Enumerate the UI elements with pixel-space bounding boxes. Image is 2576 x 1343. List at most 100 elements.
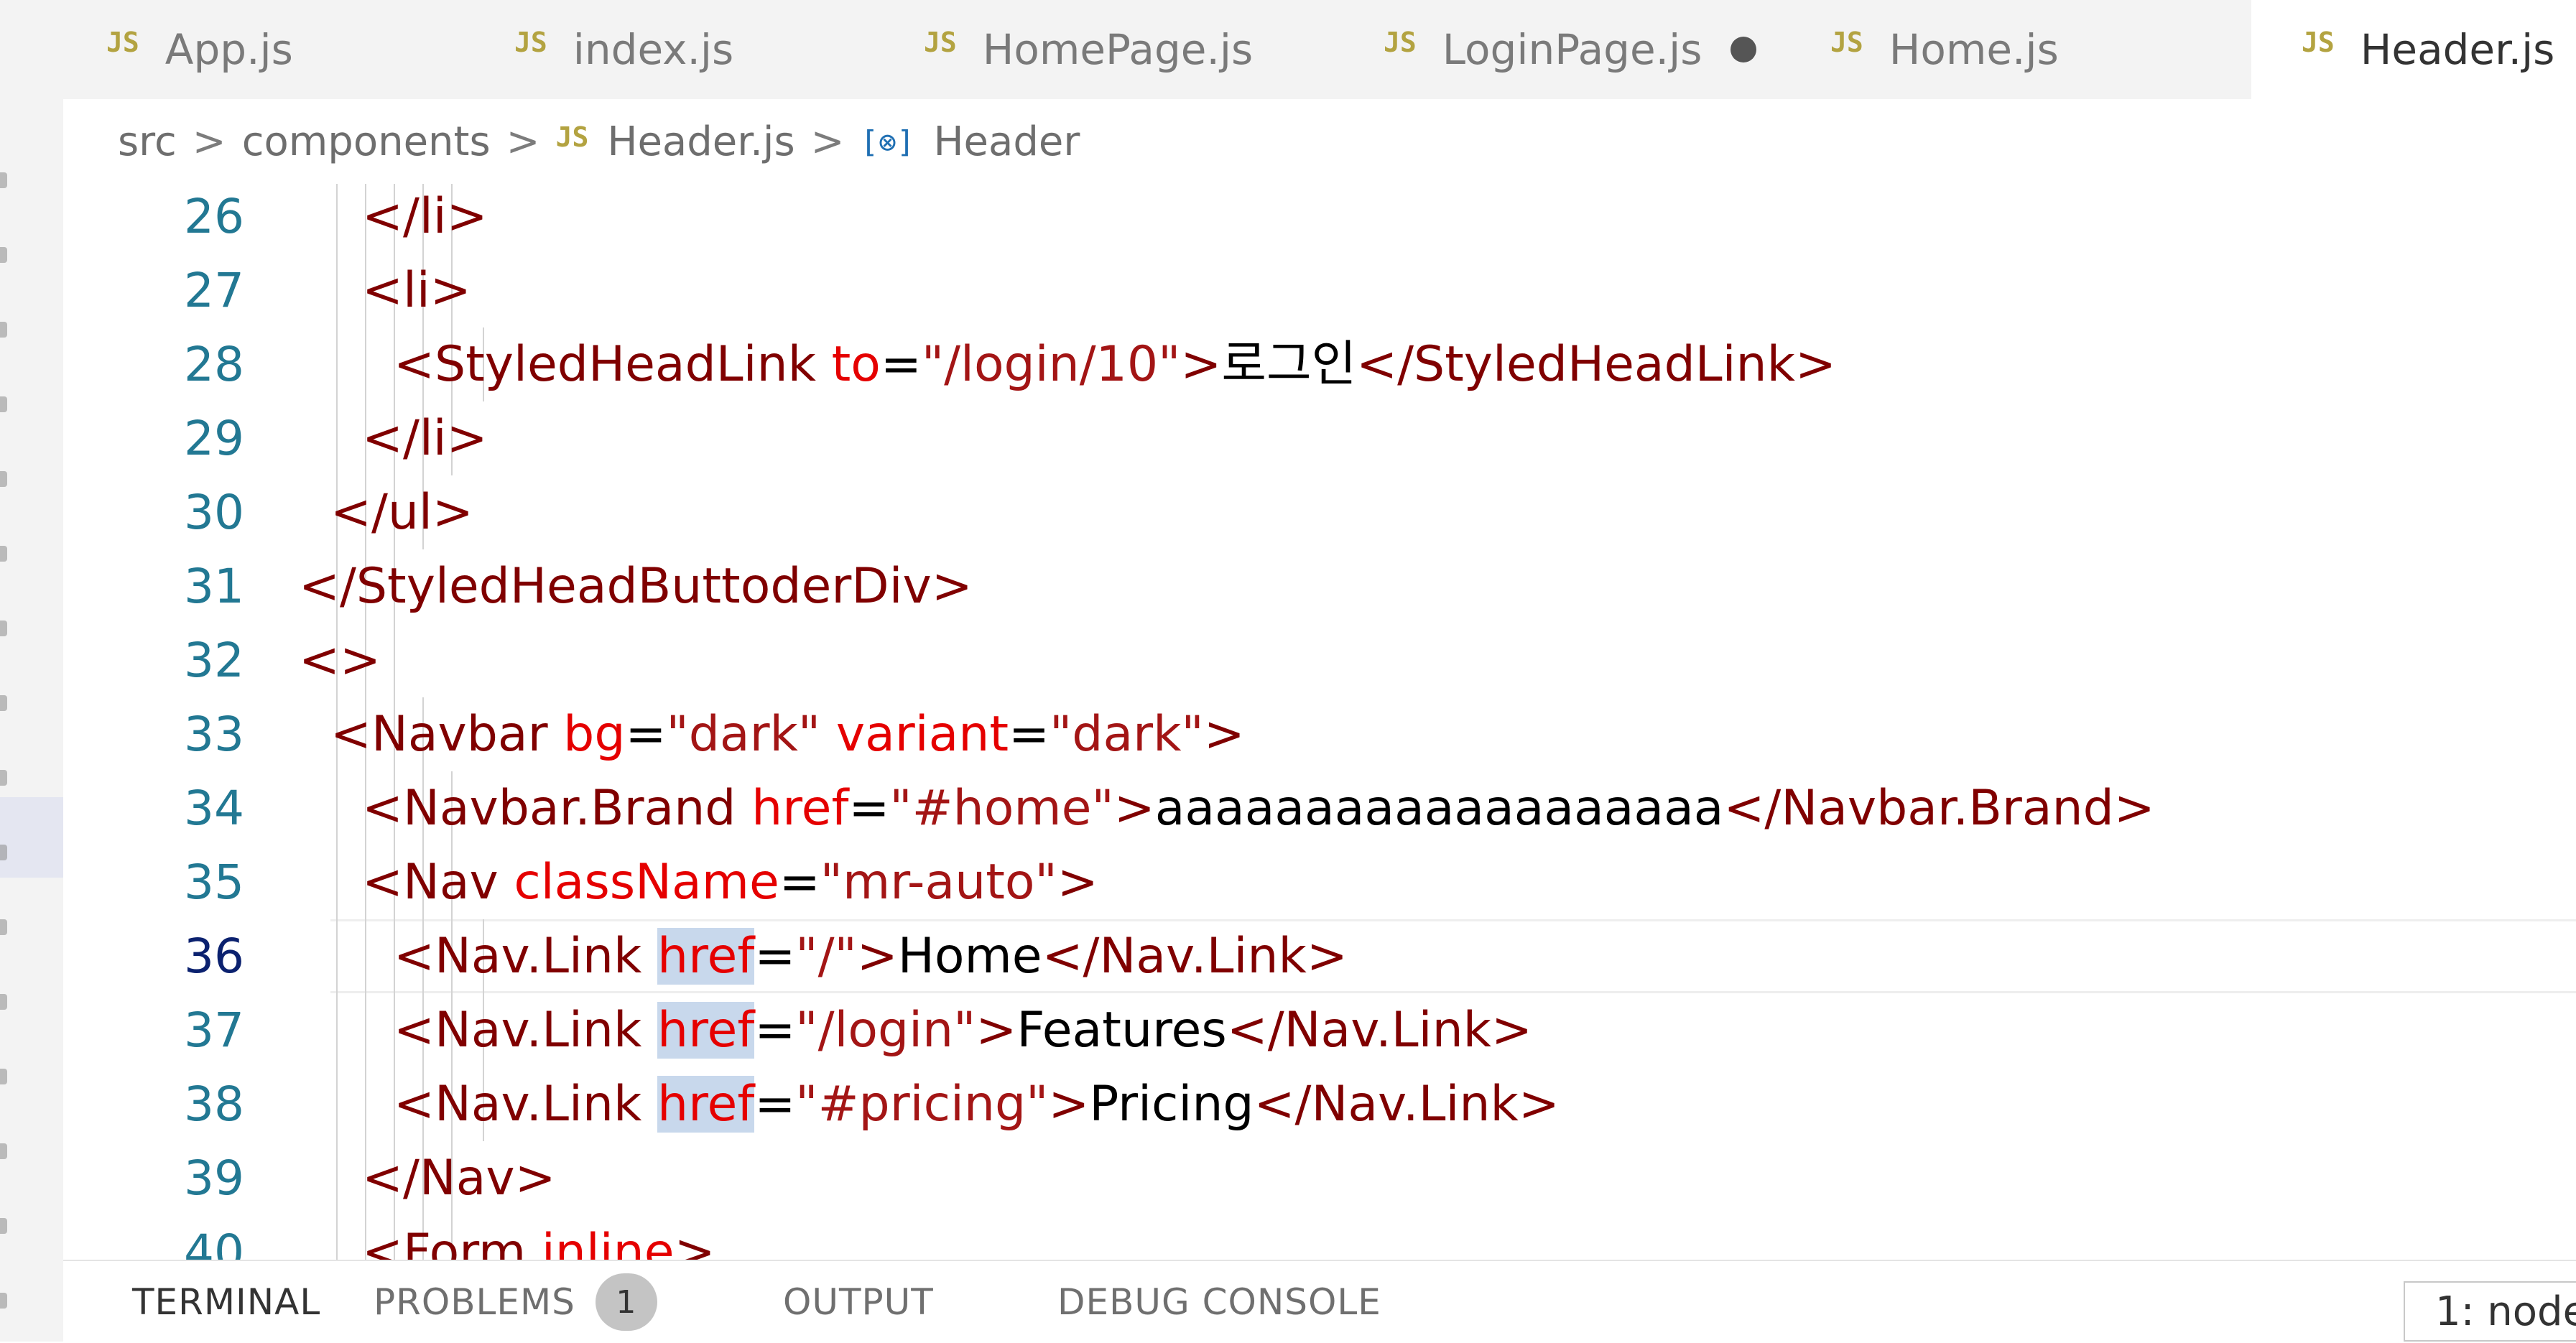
js-file-icon: JS bbox=[924, 27, 957, 58]
indent-guide bbox=[336, 254, 338, 327]
code-text: <Nav.Link href="/login">Features</Nav.Li… bbox=[394, 993, 1532, 1067]
code-text: <Nav className="mr-auto"> bbox=[362, 845, 1098, 919]
activity-bar-marker bbox=[0, 770, 7, 786]
token-tag: > bbox=[1113, 780, 1155, 837]
breadcrumb-item-file[interactable]: Header.js bbox=[607, 118, 794, 165]
indent-guide bbox=[365, 919, 366, 993]
token-tag: > bbox=[976, 1002, 1017, 1059]
variable-symbol-icon: [⊗] bbox=[860, 124, 915, 159]
activity-bar-marker bbox=[0, 1069, 7, 1084]
js-file-icon: JS bbox=[1384, 27, 1417, 58]
line-number: 26 bbox=[184, 189, 244, 244]
token-tag: <li> bbox=[362, 262, 471, 319]
token-attr: variant bbox=[835, 706, 1009, 763]
code-line[interactable]: 36 <Nav.Link href="/">Home</Nav.Link> bbox=[63, 919, 2576, 993]
code-line[interactable]: 35 <Nav className="mr-auto"> bbox=[63, 845, 2576, 919]
code-line[interactable]: 40 <Form inline> bbox=[63, 1215, 2576, 1260]
indent-guide bbox=[336, 184, 338, 254]
token-str: "mr-auto" bbox=[820, 854, 1057, 911]
tab-label: Header.js bbox=[2360, 25, 2555, 74]
code-line[interactable]: 29 </li> bbox=[63, 401, 2576, 475]
code-line[interactable]: 28 <StyledHeadLink to="/login/10">로그인</St… bbox=[63, 327, 2576, 401]
token-tag: <Form bbox=[362, 1224, 542, 1260]
tab-home[interactable]: JS Home.js bbox=[1830, 0, 2218, 99]
code-text: </Nav> bbox=[362, 1141, 556, 1215]
panel-tab-output[interactable]: OUTPUT bbox=[783, 1261, 934, 1343]
activity-bar-marker bbox=[0, 919, 7, 935]
panel-tab-debug-console[interactable]: DEBUG CONSOLE bbox=[1057, 1261, 1381, 1343]
terminal-select[interactable]: 1: node bbox=[2404, 1281, 2576, 1342]
indent-guide bbox=[336, 845, 338, 919]
tab-label: LoginPage.js bbox=[1442, 25, 1702, 74]
panel-tab-problems[interactable]: PROBLEMS 1 bbox=[374, 1261, 657, 1343]
activity-bar-marker bbox=[0, 695, 7, 711]
tab-label: App.js bbox=[165, 25, 293, 74]
js-file-icon: JS bbox=[106, 27, 139, 58]
tab-label: index.js bbox=[573, 25, 734, 74]
code-text: <Nav.Link href="/">Home</Nav.Link> bbox=[394, 919, 1348, 993]
code-text: <li> bbox=[362, 254, 471, 327]
panel-tab-label: TERMINAL bbox=[132, 1281, 321, 1323]
indent-guide bbox=[336, 1141, 338, 1215]
code-line[interactable]: 34 <Navbar.Brand href="#home">aaaaaaaaaaa… bbox=[63, 771, 2576, 845]
indent-guide bbox=[336, 993, 338, 1067]
code-line[interactable]: 26 </li> bbox=[63, 184, 2576, 254]
token-txt: = bbox=[754, 1002, 796, 1059]
token-tag: <Navbar bbox=[330, 706, 564, 763]
indent-guide bbox=[336, 1067, 338, 1141]
token-str: "/login" bbox=[795, 1002, 976, 1059]
activity-bar-marker bbox=[0, 471, 7, 487]
code-line[interactable]: 31 </StyledHeadButtoderDiv> bbox=[63, 549, 2576, 623]
breadcrumb-item-src[interactable]: src bbox=[118, 118, 177, 165]
tab-loginpage[interactable]: JS LoginPage.js bbox=[1384, 0, 1800, 99]
activity-bar-selected-item[interactable] bbox=[0, 797, 63, 878]
tab-index[interactable]: JS index.js bbox=[514, 0, 888, 99]
token-tag: </Nav> bbox=[362, 1150, 556, 1207]
tab-homepage[interactable]: JS HomePage.js bbox=[924, 0, 1355, 99]
token-str: "/login/10" bbox=[921, 336, 1181, 393]
token-tag: > bbox=[674, 1224, 715, 1260]
code-line[interactable]: 39 </Nav> bbox=[63, 1141, 2576, 1215]
token-tag: </Nav.Link> bbox=[1042, 928, 1348, 985]
code-text: <StyledHeadLink to="/login/10">로그인</Styl… bbox=[394, 327, 1836, 401]
code-text: </li> bbox=[362, 184, 488, 254]
token-tag: </Nav.Link> bbox=[1226, 1002, 1533, 1059]
token-attr: href bbox=[657, 928, 755, 985]
chevron-right-icon: > bbox=[810, 118, 845, 165]
indent-guide bbox=[336, 771, 338, 845]
token-tag: > bbox=[1203, 706, 1245, 763]
token-str: "#pricing" bbox=[795, 1076, 1049, 1133]
code-line[interactable]: 33 <Navbar bg="dark" variant="dark"> bbox=[63, 697, 2576, 771]
token-tag bbox=[820, 706, 836, 763]
code-text: </li> bbox=[362, 401, 488, 475]
panel-tab-label: OUTPUT bbox=[783, 1281, 934, 1323]
code-line[interactable]: 37 <Nav.Link href="/login">Features</Nav.… bbox=[63, 993, 2576, 1067]
indent-guide bbox=[365, 993, 366, 1067]
token-tag: </Navbar.Brand> bbox=[1723, 780, 2155, 837]
chevron-right-icon: > bbox=[506, 118, 540, 165]
token-txt: = bbox=[754, 1076, 796, 1133]
activity-bar-marker bbox=[0, 546, 7, 562]
breadcrumb-item-symbol[interactable]: Header bbox=[933, 118, 1080, 165]
bottom-panel: TERMINAL PROBLEMS 1 OUTPUT DEBUG CONSOLE bbox=[63, 1260, 2576, 1343]
unsaved-dot-icon[interactable] bbox=[1731, 37, 1757, 62]
breadcrumb-item-components[interactable]: components bbox=[242, 118, 491, 165]
code-line[interactable]: 27 <li> bbox=[63, 254, 2576, 327]
code-line[interactable]: 32 <> bbox=[63, 623, 2576, 697]
token-tag: </StyledHeadButtoderDiv> bbox=[299, 558, 973, 615]
panel-tab-label: DEBUG CONSOLE bbox=[1057, 1281, 1381, 1323]
tab-app[interactable]: JS App.js bbox=[106, 0, 480, 99]
panel-tab-terminal[interactable]: TERMINAL bbox=[132, 1261, 320, 1343]
token-txt: = bbox=[848, 780, 890, 837]
code-line[interactable]: 38 <Nav.Link href="#pricing">Pricing</Nav… bbox=[63, 1067, 2576, 1141]
tab-header[interactable]: JSHeader.js✕ bbox=[2251, 0, 2576, 99]
token-str: "#home" bbox=[889, 780, 1114, 837]
tab-label: Home.js bbox=[1889, 25, 2059, 74]
js-file-icon: JS bbox=[555, 121, 589, 153]
chevron-right-icon: > bbox=[192, 118, 226, 165]
indent-guide bbox=[336, 919, 338, 993]
activity-bar-marker bbox=[0, 247, 7, 263]
code-line[interactable]: 30 </ul> bbox=[63, 475, 2576, 549]
token-str: "dark" bbox=[666, 706, 821, 763]
code-editor[interactable]: 26 </li> 27 <li> 28 <StyledHeadLink to="/logi… bbox=[63, 184, 2576, 1260]
